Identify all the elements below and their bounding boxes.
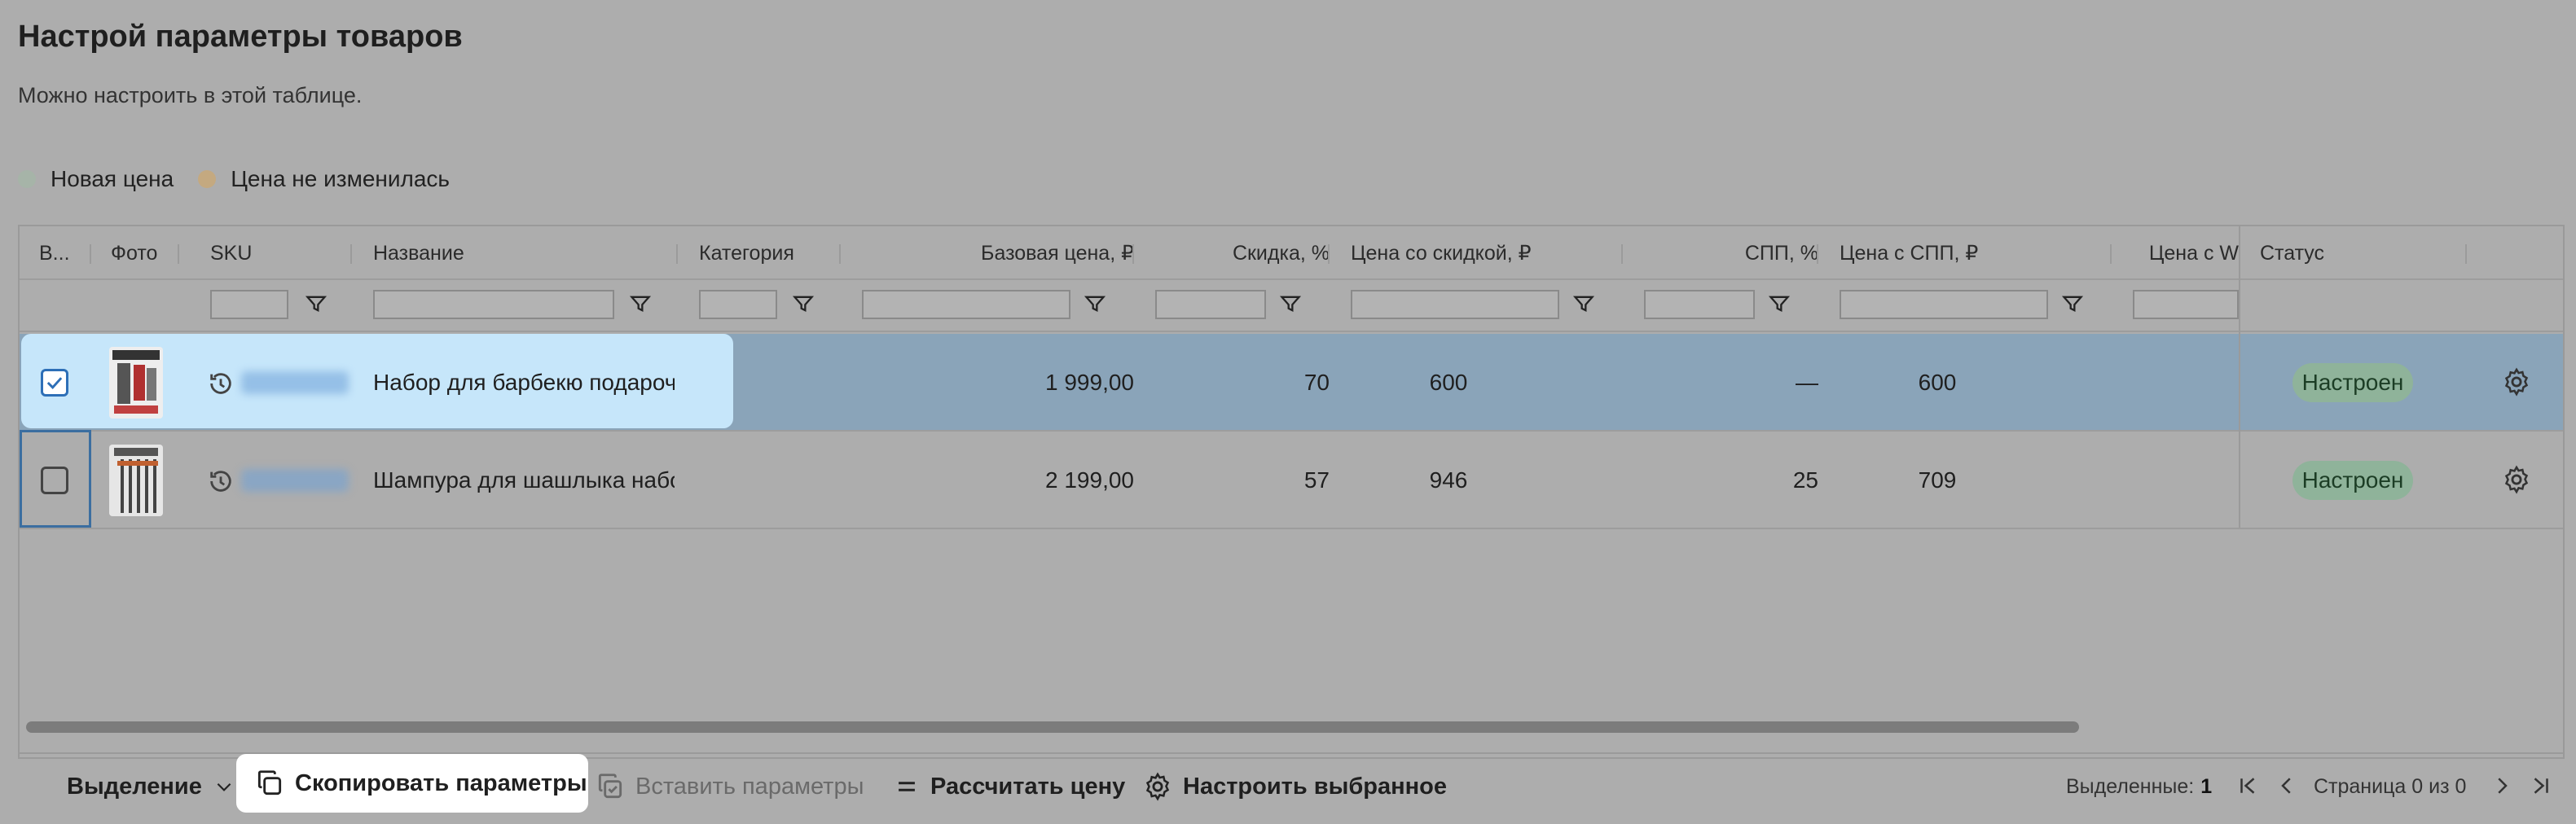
- spp: 25: [1792, 467, 1818, 493]
- status-badge: Настроен: [2292, 461, 2413, 500]
- filter-input-base-price[interactable]: [862, 290, 1070, 319]
- equals-icon: [899, 782, 915, 791]
- column-header-select[interactable]: В...: [39, 226, 72, 280]
- check-icon: [46, 377, 63, 389]
- filter-input-discount[interactable]: [1155, 290, 1266, 319]
- filter-input-price-discount[interactable]: [1351, 290, 1559, 319]
- selection-dropdown[interactable]: Выделение: [67, 754, 235, 819]
- product-name: Набор для барбекю подароч: [373, 370, 675, 395]
- column-header-name[interactable]: Название: [373, 226, 618, 280]
- gear-icon[interactable]: [2501, 366, 2532, 397]
- selected-count-value: 1: [2200, 774, 2213, 798]
- discount: 57: [1303, 467, 1330, 493]
- price-discount: 600: [1429, 370, 1468, 395]
- calc-price-button[interactable]: Рассчитать цену: [893, 754, 1125, 819]
- paste-icon: [598, 774, 622, 799]
- configure-selected-button[interactable]: Настроить выбранное: [1142, 754, 1447, 819]
- column-header-photo[interactable]: Фото: [111, 226, 176, 280]
- page-subtitle: Можно настроить в этой таблице.: [18, 83, 363, 107]
- paste-params-label: Вставить параметры: [635, 773, 864, 800]
- sku-value-blurred: [241, 469, 349, 492]
- selection-label: Выделение: [67, 773, 202, 800]
- product-photo[interactable]: [109, 445, 163, 516]
- legend-dot-green-icon: [18, 170, 36, 188]
- legend: Новая цена Цена не изменилась: [18, 166, 474, 192]
- legend-dot-orange-icon: [198, 170, 217, 188]
- discount: 70: [1303, 370, 1330, 395]
- price-discount: 946: [1429, 467, 1468, 493]
- base-price: 1 999,00: [1045, 370, 1134, 395]
- column-header-status[interactable]: Статус: [2260, 226, 2423, 280]
- filter-input-category[interactable]: [699, 290, 777, 319]
- column-header-category[interactable]: Категория: [699, 226, 837, 280]
- gear-icon[interactable]: [2501, 464, 2532, 495]
- product-name: Шампура для шашлыка набо: [373, 467, 675, 493]
- products-table: В... Фото SKU Название Категория Базовая…: [18, 225, 2565, 759]
- column-header-price-w[interactable]: Цена с W: [2138, 226, 2239, 280]
- legend-label: Новая цена: [51, 166, 174, 191]
- selected-prefix: Выделенные:: [2066, 774, 2195, 798]
- bottom-toolbar: Выделение Скопировать параметры Вставить…: [18, 752, 2565, 817]
- history-icon[interactable]: [207, 467, 235, 495]
- copy-icon: [257, 770, 282, 796]
- base-price: 2 199,00: [1045, 467, 1134, 493]
- legend-item-new-price: Новая цена: [18, 166, 174, 192]
- calc-price-label: Рассчитать цену: [930, 773, 1126, 800]
- price-spp: 600: [1918, 370, 1957, 395]
- column-header-spp[interactable]: СПП, %: [1644, 226, 1818, 280]
- column-header-discount[interactable]: Скидка, %: [1155, 226, 1330, 280]
- filter-icon[interactable]: [629, 291, 652, 316]
- column-header-price-spp[interactable]: Цена с СПП, ₽: [1840, 226, 2084, 280]
- copy-params-button[interactable]: Скопировать параметры: [236, 754, 588, 813]
- filter-input-price-spp[interactable]: [1840, 290, 2048, 319]
- filter-input-price-w[interactable]: [2133, 290, 2239, 319]
- page-info: Страница 0 из 0: [2314, 774, 2467, 798]
- filter-icon[interactable]: [1768, 291, 1791, 316]
- horizontal-scrollbar[interactable]: [20, 720, 2563, 733]
- legend-item-unchanged: Цена не изменилась: [198, 166, 450, 192]
- row-checkbox[interactable]: [41, 369, 68, 397]
- sku-value-blurred: [241, 371, 349, 394]
- filter-icon[interactable]: [1572, 291, 1595, 316]
- column-header-price-discount[interactable]: Цена со скидкой, ₽: [1351, 226, 1620, 280]
- row-checkbox[interactable]: [41, 467, 68, 494]
- prev-page-icon[interactable]: [2275, 774, 2299, 798]
- last-page-icon[interactable]: [2529, 774, 2553, 798]
- filter-icon[interactable]: [2061, 291, 2084, 316]
- filter-input-name[interactable]: [373, 290, 614, 319]
- product-photo[interactable]: [109, 347, 163, 419]
- table-header: В... Фото SKU Название Категория Базовая…: [20, 226, 2563, 280]
- filter-input-spp[interactable]: [1644, 290, 1755, 319]
- selected-count: Выделенные: 1: [2066, 754, 2212, 819]
- copy-params-label: Скопировать параметры: [295, 769, 587, 796]
- chevron-down-icon: [217, 782, 231, 791]
- frozen-column-divider: [2239, 226, 2240, 528]
- history-icon[interactable]: [207, 370, 235, 397]
- filter-input-sku[interactable]: [210, 290, 288, 319]
- filter-icon[interactable]: [1084, 291, 1106, 316]
- column-header-base-price[interactable]: Базовая цена, ₽: [862, 226, 1134, 280]
- page-title: Настрой параметры товаров: [18, 20, 463, 54]
- filter-row: [20, 280, 2563, 332]
- spp: —: [1796, 370, 1818, 395]
- legend-label: Цена не изменилась: [231, 166, 451, 191]
- next-page-icon[interactable]: [2490, 774, 2514, 798]
- gear-icon: [1145, 772, 1170, 801]
- scrollbar-thumb[interactable]: [26, 721, 2079, 733]
- filter-icon[interactable]: [792, 291, 815, 316]
- paste-params-button[interactable]: Вставить параметры: [595, 754, 864, 819]
- first-page-icon[interactable]: [2235, 774, 2260, 798]
- filter-icon[interactable]: [1279, 291, 1302, 316]
- column-header-sku[interactable]: SKU: [210, 226, 308, 280]
- configure-selected-label: Настроить выбранное: [1183, 773, 1447, 800]
- filter-icon[interactable]: [305, 291, 327, 316]
- price-spp: 709: [1918, 467, 1957, 493]
- status-badge: Настроен: [2292, 363, 2413, 402]
